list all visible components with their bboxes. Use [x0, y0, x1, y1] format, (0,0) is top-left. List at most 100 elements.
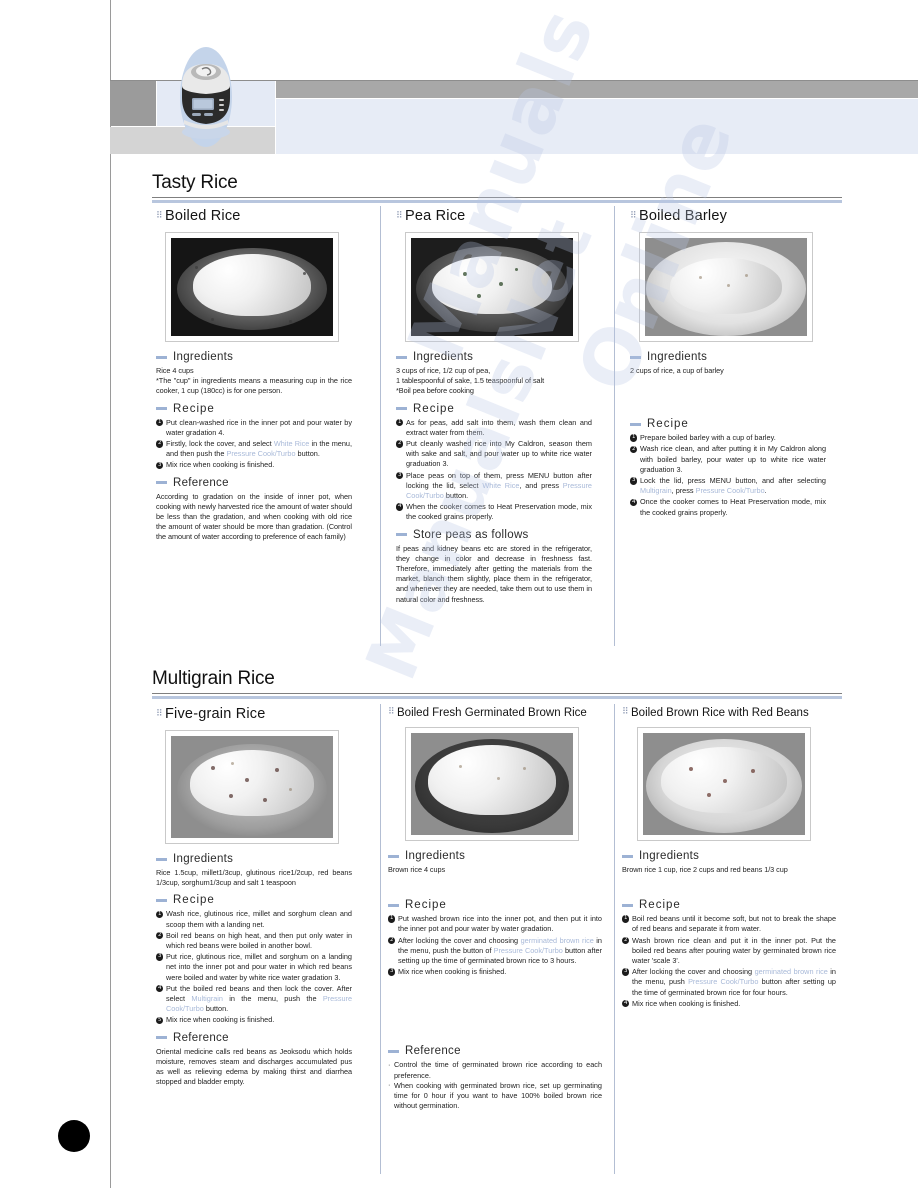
recipe-photo	[166, 731, 338, 843]
recipe-steps: As for peas, add salt into them, wash th…	[396, 418, 592, 523]
recipe-photo-image	[411, 733, 573, 835]
ingredients-heading: Ingredients	[156, 351, 352, 363]
ingredients-heading: Ingredients	[622, 850, 836, 862]
rice-cooker-icon	[170, 42, 242, 152]
recipe-steps: Boil red beans until it become soft, but…	[622, 914, 836, 1009]
ingredient-line: 3 cups of rice, 1/2 cup of pea,	[396, 366, 491, 375]
ingredients-label: Ingredients	[173, 853, 234, 865]
recipe-title: ⠿ Boiled Fresh Germinated Brown Rice	[388, 706, 602, 719]
recipe-steps: Put washed brown rice into the inner pot…	[388, 914, 602, 977]
dash-icon	[622, 903, 633, 907]
reference-label: Reference	[173, 476, 229, 489]
dash-icon	[388, 1049, 399, 1053]
store-peas-heading: Store peas as follows	[396, 529, 592, 541]
column-divider	[380, 206, 381, 646]
reference-body: Control the time of germinated brown ric…	[388, 1060, 602, 1111]
dash-icon	[396, 533, 407, 537]
chapter-multigrain-rice: Multigrain Rice	[152, 668, 842, 699]
header-darkgray-bar	[276, 81, 918, 98]
menu-term: White Rice	[482, 480, 520, 490]
reference-label: Reference	[405, 1045, 461, 1058]
header-blue-panel	[276, 99, 918, 154]
store-peas-body: If peas and kidney beans etc are stored …	[396, 544, 592, 605]
ingredient-line: Rice 1.5cup, millet1/3cup, glutinous ric…	[156, 868, 352, 888]
reference-heading: Reference	[156, 1032, 352, 1044]
bullet-dots-icon: ⠿	[156, 210, 163, 220]
recipe-title-text: Five-grain Rice	[165, 706, 266, 722]
recipe-heading: Recipe	[156, 403, 352, 415]
recipe-step: Put cleanly washed rice into My Caldron,…	[396, 439, 592, 470]
ingredient-line: Brown rice 4 cups	[388, 865, 446, 874]
dash-icon	[388, 854, 399, 858]
recipe-step: After locking the cover and choosing ger…	[622, 967, 836, 998]
recipe-title-text: Boiled Brown Rice with Red Beans	[631, 707, 809, 719]
ingredient-line: 1 tablespoonful of sake, 1.5 teaspoonful…	[396, 376, 545, 386]
recipe-step: Put the boiled red beans and then lock t…	[156, 984, 352, 1015]
header-gray-square	[110, 81, 156, 126]
recipe-step: Put rice, glutinous rice, millet and sor…	[156, 952, 352, 983]
ingredient-line: 2 cups of rice, a cup of barley	[630, 366, 724, 375]
recipe-card-boiled-rice: ⠿ Boiled Rice Ingredients Rice 4 cups *Th…	[156, 208, 352, 543]
chapter-title: Multigrain Rice	[152, 668, 275, 689]
recipe-photo-image	[411, 238, 573, 336]
dash-icon	[156, 898, 167, 902]
recipe-step: After locking the cover and choosing ger…	[388, 936, 602, 967]
recipe-card-brown-rice-red-beans: ⠿ Boiled Brown Rice with Red Beans Ingred…	[622, 706, 836, 1010]
recipe-step: Firstly, lock the cover, and select Whit…	[156, 439, 352, 459]
recipe-step: Put washed brown rice into the inner pot…	[388, 914, 602, 934]
recipe-title: ⠿ Boiled Rice	[156, 208, 352, 224]
recipe-title: ⠿ Pea Rice	[396, 208, 592, 224]
recipe-label: Recipe	[173, 894, 215, 907]
menu-term: Pressure Cook/Turbo	[695, 486, 765, 496]
menu-term: germinated brown rice	[754, 967, 828, 977]
reference-line: According to gradation on the inside of …	[156, 491, 352, 542]
menu-term: germinated brown rice	[520, 935, 594, 945]
dash-icon	[630, 355, 641, 359]
ingredients-heading: Ingredients	[396, 351, 592, 363]
recipe-photo	[638, 728, 810, 840]
ingredients-body: 2 cups of rice, a cup of barley	[630, 366, 826, 376]
reference-heading: Reference	[156, 477, 352, 489]
dash-icon	[156, 857, 167, 861]
column-divider	[380, 704, 381, 1174]
chapter-title: Tasty Rice	[152, 172, 238, 193]
dash-icon	[630, 422, 641, 426]
recipe-steps: Put clean-washed rice in the inner pot a…	[156, 418, 352, 471]
reference-body: Oriental medicine calls red beans as Jeo…	[156, 1047, 352, 1088]
recipe-step: Mix rice when cooking is finished.	[156, 460, 352, 470]
recipe-step: Boil red beans on high heat, and then pu…	[156, 931, 352, 951]
page-header	[110, 47, 918, 155]
ingredient-line: *The "cup" in ingredients means a measur…	[156, 376, 352, 396]
recipe-photo	[406, 728, 578, 840]
recipe-photo-image	[171, 736, 333, 838]
recipe-step: When the cooker comes to Heat Preservati…	[396, 502, 592, 522]
dash-icon	[388, 903, 399, 907]
recipe-card-pea-rice: ⠿ Pea Rice Ingredients 3 cups of rice, 1/…	[396, 208, 592, 605]
recipe-heading: Recipe	[396, 403, 592, 415]
menu-term: Pressure Cook/Turbo	[688, 977, 759, 987]
dash-icon	[622, 854, 633, 858]
recipe-step: Mix rice when cooking is finished.	[622, 999, 836, 1009]
reference-line: Oriental medicine calls red beans as Jeo…	[156, 1046, 352, 1087]
ingredients-label: Ingredients	[173, 351, 234, 363]
dash-icon	[156, 407, 167, 411]
recipe-label: Recipe	[639, 899, 681, 912]
ingredients-heading: Ingredients	[388, 850, 602, 862]
recipe-step: Once the cooker comes to Heat Preservati…	[630, 497, 826, 517]
bullet-dots-icon: ⠿	[156, 708, 163, 718]
bullet-dots-icon: ⠿	[630, 210, 637, 220]
chapter-accent-rule	[152, 696, 842, 699]
recipe-card-boiled-barley: ⠿ Boiled Barley Ingredients 2 cups of ric…	[630, 208, 826, 519]
recipe-step: Boil red beans until it become soft, but…	[622, 914, 836, 934]
recipe-photo-image	[171, 238, 333, 336]
recipe-heading: Recipe	[630, 418, 826, 430]
ingredients-label: Ingredients	[405, 850, 466, 862]
recipe-title: ⠿ Boiled Brown Rice with Red Beans	[622, 706, 836, 719]
reference-label: Reference	[173, 1031, 229, 1044]
recipe-step: As for peas, add salt into them, wash th…	[396, 418, 592, 438]
recipe-title-text: Pea Rice	[405, 208, 466, 224]
recipe-label: Recipe	[405, 899, 447, 912]
recipe-card-germinated-brown-rice: ⠿ Boiled Fresh Germinated Brown Rice Ingr…	[388, 706, 602, 1111]
recipe-label: Recipe	[173, 402, 215, 415]
ingredients-heading: Ingredients	[156, 853, 352, 865]
